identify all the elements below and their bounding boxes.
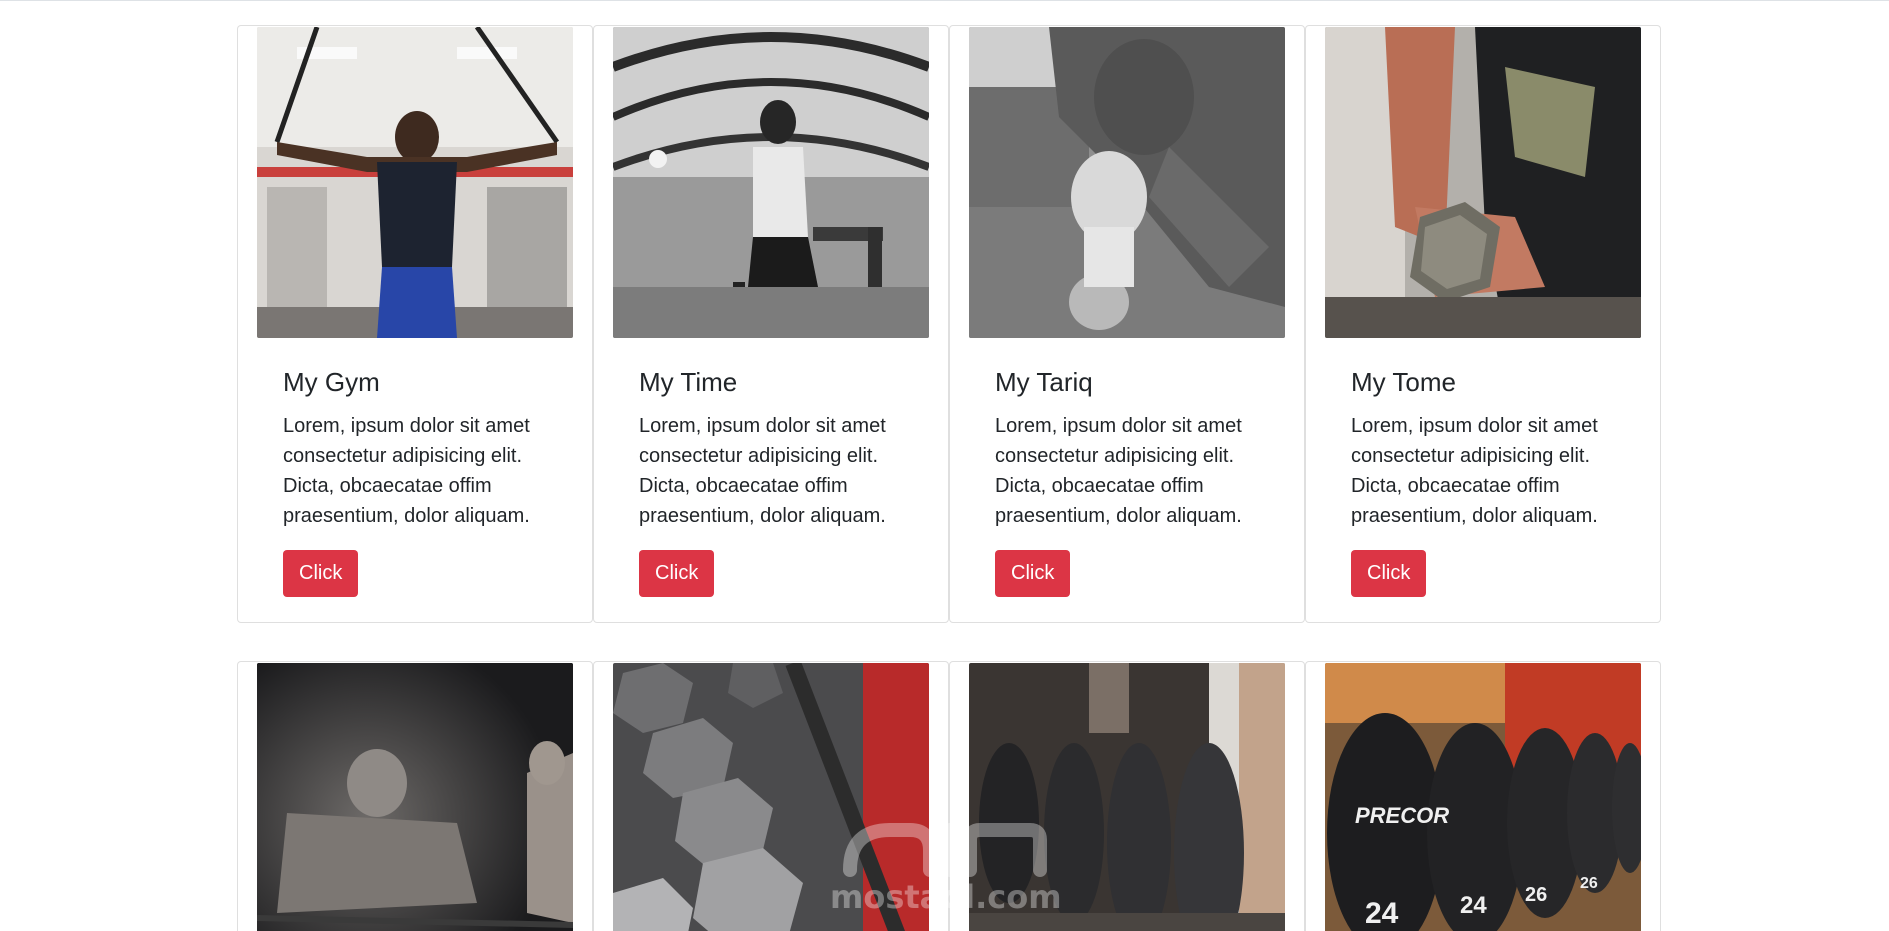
card-title: My Gym (283, 367, 380, 397)
card-text: Lorem, ipsum dolor sit amet consectetur … (995, 415, 1242, 527)
card-my-tome: My Tome Lorem, ipsum dolor sit amet cons… (1305, 25, 1661, 623)
click-button[interactable]: Click (995, 550, 1071, 597)
card-title: My Time (639, 367, 738, 397)
svg-text:24: 24 (1365, 897, 1399, 930)
svg-text:26: 26 (1580, 875, 1598, 892)
card-row2-dumbbell-rack (949, 661, 1305, 931)
card-image (613, 27, 929, 338)
card-image: PRECOR 24 24 26 26 (1325, 663, 1641, 931)
card-my-gym: My Gym Lorem, ipsum dolor sit amet conse… (237, 25, 593, 623)
top-divider (0, 0, 1889, 1)
click-button[interactable]: Click (1351, 550, 1427, 597)
card-image (969, 663, 1285, 931)
card-my-time: My Time Lorem, ipsum dolor sit amet cons… (593, 25, 949, 623)
card-image (257, 663, 573, 931)
page: My Gym Lorem, ipsum dolor sit amet conse… (0, 0, 1889, 931)
card-body: My Gym Lorem, ipsum dolor sit amet conse… (257, 365, 573, 597)
card-my-tariq: My Tariq Lorem, ipsum dolor sit amet con… (949, 25, 1305, 623)
card-text: Lorem, ipsum dolor sit amet consectetur … (639, 415, 886, 527)
click-button[interactable]: Click (283, 550, 359, 597)
card-image (969, 27, 1285, 338)
card-body: My Tariq Lorem, ipsum dolor sit amet con… (969, 365, 1285, 597)
svg-text:24: 24 (1460, 892, 1487, 919)
card-row2-hex-dumbbells (593, 661, 949, 931)
card-body: My Time Lorem, ipsum dolor sit amet cons… (613, 365, 929, 597)
card-image (1325, 27, 1641, 338)
card-image (613, 663, 929, 931)
card-row2-bodybuilder (237, 661, 593, 931)
card-body: My Tome Lorem, ipsum dolor sit amet cons… (1325, 365, 1641, 597)
svg-text:26: 26 (1525, 884, 1547, 906)
card-text: Lorem, ipsum dolor sit amet consectetur … (1351, 415, 1598, 527)
card-text: Lorem, ipsum dolor sit amet consectetur … (283, 415, 530, 527)
card-image (257, 27, 573, 338)
svg-text:PRECOR: PRECOR (1355, 803, 1449, 828)
card-title: My Tariq (995, 367, 1093, 397)
card-title: My Tome (1351, 367, 1456, 397)
card-row2-precor-dumbbells: PRECOR 24 24 26 26 (1305, 661, 1661, 931)
click-button[interactable]: Click (639, 550, 715, 597)
card-grid: My Gym Lorem, ipsum dolor sit amet conse… (237, 25, 1662, 931)
